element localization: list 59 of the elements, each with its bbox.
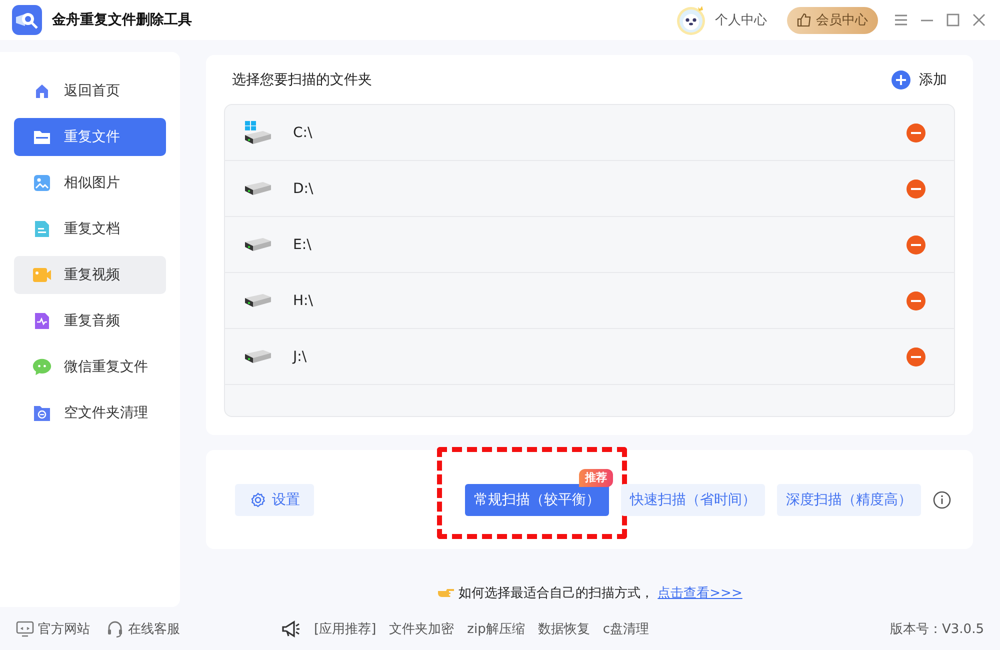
remove-icon[interactable] bbox=[906, 122, 926, 142]
pointing-hand-icon bbox=[436, 587, 455, 599]
drive-path: D:\ bbox=[293, 180, 314, 196]
drive-path: E:\ bbox=[293, 236, 312, 252]
sidebar-item[interactable]: 微信重复文件 bbox=[14, 348, 166, 386]
add-folder-button[interactable]: 添加 bbox=[891, 70, 955, 90]
section-title: 选择您要扫描的文件夹 bbox=[232, 71, 372, 89]
plus-icon bbox=[891, 70, 911, 90]
settings-button[interactable]: 设置 bbox=[235, 484, 314, 516]
sidebar-item[interactable]: 返回首页 bbox=[14, 72, 166, 110]
video-camera-icon bbox=[32, 266, 52, 284]
version-label: 版本号：V3.0.5 bbox=[890, 620, 984, 638]
picture-icon bbox=[33, 174, 51, 192]
maximize-icon[interactable] bbox=[946, 13, 960, 27]
settings-icon bbox=[250, 492, 266, 508]
app-link[interactable]: 文件夹加密 bbox=[389, 620, 454, 638]
sidebar-item[interactable]: 空文件夹清理 bbox=[14, 394, 166, 432]
recommended-badge: 推荐 bbox=[579, 468, 613, 486]
sidebar-item[interactable]: 相似图片 bbox=[14, 164, 166, 202]
app-link[interactable]: c盘清理 bbox=[602, 620, 649, 638]
chat-bubble-icon bbox=[32, 357, 52, 377]
drive-path: H:\ bbox=[293, 292, 314, 308]
footer-link[interactable]: 在线客服 bbox=[128, 620, 180, 638]
remove-icon[interactable] bbox=[906, 178, 926, 198]
scan-mode-button[interactable]: 深度扫描（精度高） bbox=[777, 484, 921, 516]
home-icon bbox=[34, 83, 50, 99]
window-title: 金舟重复文件删除工具 bbox=[52, 11, 192, 29]
monitor-icon bbox=[16, 620, 34, 636]
sidebar-item[interactable]: 重复文档 bbox=[14, 210, 166, 248]
folder-icon bbox=[33, 129, 51, 145]
app-link[interactable]: 数据恢复 bbox=[538, 620, 590, 638]
avatar-icon[interactable] bbox=[675, 4, 707, 36]
audio-wave-icon bbox=[33, 312, 51, 330]
sidebar-item[interactable]: 重复视频 bbox=[14, 256, 166, 294]
info-icon[interactable] bbox=[933, 490, 951, 508]
view-link[interactable]: 点击查看>>> bbox=[658, 584, 742, 602]
sidebar-item[interactable]: 重复文件 bbox=[14, 118, 166, 156]
empty-folder-icon bbox=[33, 404, 51, 422]
footer-link[interactable]: 官方网站 bbox=[38, 620, 90, 638]
thumbs-up-icon bbox=[797, 13, 812, 27]
menu-icon[interactable] bbox=[894, 13, 908, 27]
scan-mode-button[interactable]: 常规扫描（较平衡） bbox=[465, 484, 609, 516]
sidebar-item[interactable]: 重复音频 bbox=[14, 302, 166, 340]
vip-center-button[interactable]: 会员中心 bbox=[787, 6, 878, 34]
close-icon[interactable] bbox=[972, 13, 986, 27]
hint-text: 如何选择最适合自己的扫描方式， bbox=[458, 585, 654, 602]
scan-mode-button[interactable]: 快速扫描（省时间） bbox=[621, 484, 765, 516]
megaphone-icon bbox=[281, 620, 301, 638]
recommend-label: [应用推荐] bbox=[314, 620, 376, 638]
document-icon bbox=[33, 220, 51, 238]
remove-icon[interactable] bbox=[906, 234, 926, 254]
remove-icon[interactable] bbox=[906, 346, 926, 366]
drive-path: C:\ bbox=[293, 124, 314, 140]
headset-icon bbox=[106, 620, 124, 638]
user-center-link[interactable]: 个人中心 bbox=[715, 11, 767, 29]
remove-icon[interactable] bbox=[906, 290, 926, 310]
drive-path: J:\ bbox=[293, 348, 308, 364]
app-logo-icon bbox=[12, 5, 42, 35]
app-link[interactable]: zip解压缩 bbox=[467, 620, 525, 638]
